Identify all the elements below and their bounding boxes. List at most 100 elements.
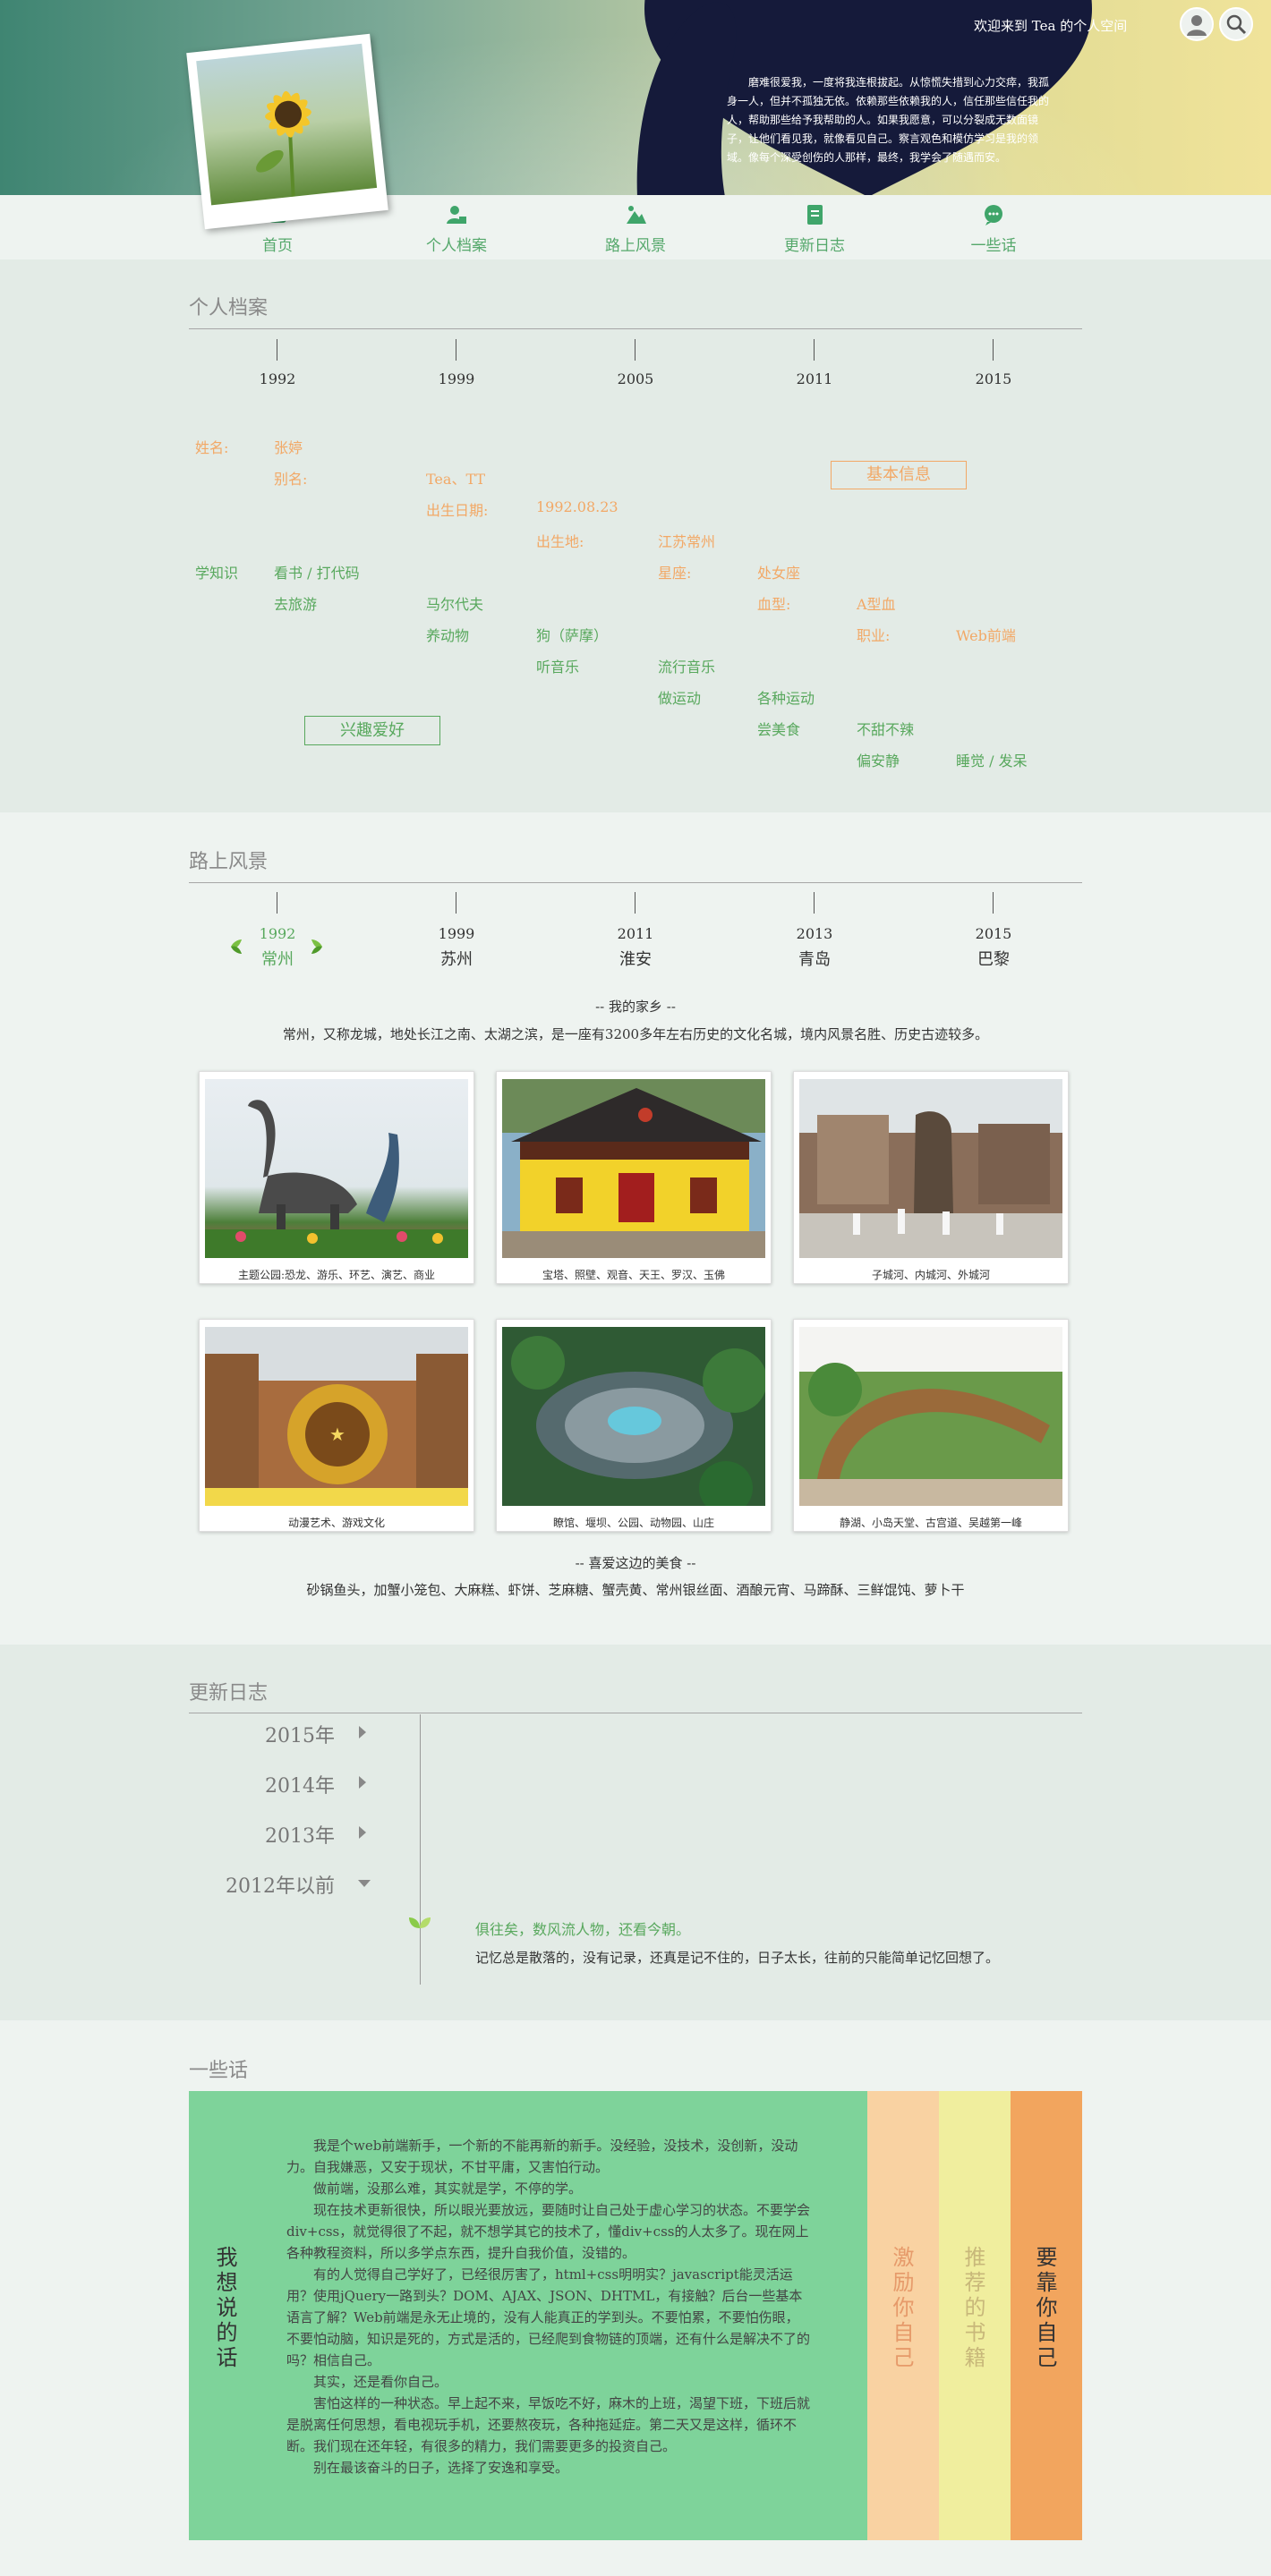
words-paragraph: 其实，还是看你自己。 [313, 2374, 448, 2390]
profile-year: 2015 [975, 370, 1012, 387]
photo-card[interactable]: 宝塔、照壁、观音、天王、罗汉、玉佛 [496, 1071, 772, 1284]
nav-profile[interactable]: 个人档案 [376, 195, 537, 259]
photo-caption: 动漫艺术、游戏文化 [287, 1517, 385, 1529]
log-year-2014[interactable]: 2014年 [138, 1770, 335, 1798]
chevron-right-icon[interactable] [359, 1826, 366, 1839]
hometown-desc: 常州，又称龙城，地处长江之南、太湖之滨，是一座有3200多年左右历史的文化名城，… [282, 1026, 989, 1042]
timeline-tick [993, 339, 994, 361]
job-value: Web前端 [956, 627, 1016, 644]
scenery-title: 路上风景 [189, 851, 269, 873]
words-tab-self-label: 要靠你自己 [1032, 2246, 1057, 2371]
photo-caption: 静湖、小岛天堂、古宫道、吴越第一峰 [839, 1517, 1022, 1529]
profile-year: 1999 [438, 370, 475, 387]
words-paragraph: 有的人觉得自己学好了，已经很厉害了，html+css明明实？javascript… [286, 2266, 811, 2368]
words-tab-books-label: 推荐的书籍 [960, 2246, 985, 2371]
words-title: 一些话 [189, 2060, 249, 2082]
words-paragraph: 害怕这样的一种状态。早上起不来，早饭吃不好，麻木的上班，渴望下班，下班后就是脱离… [286, 2395, 811, 2454]
timeline-tick [635, 339, 636, 361]
stop-city[interactable]: 巴黎 [958, 947, 1029, 970]
log-icon [807, 205, 823, 225]
nav-log[interactable]: 更新日志 [734, 195, 895, 259]
nav-home-label: 首页 [262, 237, 293, 255]
hobby-travel: 去旅游 [274, 596, 318, 613]
alias-value: Tea、TT [426, 471, 486, 488]
star-label: 星座: [658, 565, 692, 582]
sunflower-photo [186, 33, 388, 230]
profile-title: 个人档案 [189, 297, 269, 319]
photo-card[interactable]: ★ 动漫艺术、游戏文化 [199, 1319, 474, 1532]
profile-year: 2011 [796, 370, 833, 387]
animation-park-image: ★ [205, 1327, 468, 1506]
hobby-box[interactable]: 兴趣爱好 [304, 716, 440, 745]
words-side-title: 我想说的话 [212, 2246, 237, 2371]
stop-year[interactable]: 2013 [779, 925, 850, 942]
user-icon[interactable] [1180, 7, 1214, 41]
timeline-tick [814, 339, 815, 361]
nav-scenery[interactable]: 路上风景 [555, 195, 716, 259]
search-icon[interactable] [1219, 7, 1253, 41]
nav-scenery-label: 路上风景 [605, 237, 666, 255]
birth-value: 1992.08.23 [536, 498, 618, 515]
stop-city[interactable]: 淮安 [600, 947, 671, 970]
profile-icon [447, 206, 466, 224]
lake-gate-image [799, 1327, 1062, 1506]
stop-year[interactable]: 1992 [242, 925, 313, 942]
words-paragraph: 现在技术更新很快，所以眼光要放远，要随时让自己处于虚心学习的状态。不要学会div… [286, 2202, 811, 2261]
hobby-quiet: 偏安静 [857, 752, 900, 769]
hobby-pop: 流行音乐 [658, 659, 716, 676]
blood-label: 血型: [757, 596, 791, 613]
words-body: 我是个web前端新手，一个新的不能再新的新手。没经验，没技术，没创新，没动力。自… [286, 2135, 810, 2478]
log-vertical-line [420, 1714, 421, 1985]
photo-card[interactable]: 静湖、小岛天堂、古宫道、吴越第一峰 [793, 1319, 1069, 1532]
hobby-sport: 做运动 [658, 690, 702, 707]
log-year-before-2012[interactable]: 2012年以前 [138, 1870, 335, 1899]
nav-words[interactable]: 一些话 [913, 195, 1074, 259]
food-title: -- 喜爱这边的美食 -- [575, 1555, 696, 1571]
scenery-tick [635, 892, 636, 914]
words-tab-motivate-label: 激励你自己 [889, 2246, 914, 2371]
log-entry-title: 俱往矣，数风流人物，还看今朝。 [475, 1921, 691, 1938]
stop-year[interactable]: 1999 [421, 925, 492, 942]
scenery-icon [627, 206, 646, 224]
birth-label: 出生日期: [426, 502, 489, 519]
star-value: 处女座 [757, 565, 801, 582]
name-label: 姓名: [195, 439, 229, 456]
intro-text: 磨难很爱我，一度将我连根拔起。从惊慌失措到心力交瘁，我孤身一人，但并不孤独无依。… [727, 76, 1050, 164]
nav-words-label: 一些话 [970, 237, 1017, 255]
alias-label: 别名: [274, 471, 308, 488]
place-label: 出生地: [536, 533, 584, 550]
scenery-tick [814, 892, 815, 914]
stop-city[interactable]: 苏州 [421, 947, 492, 970]
stop-city[interactable]: 常州 [242, 947, 313, 970]
log-entry-text: 记忆总是散落的，没有记录，还真是记不住的，日子太长，往前的只能简单记忆回想了。 [475, 1950, 1000, 1966]
photo-card[interactable]: 子城河、内城河、外城河 [793, 1071, 1069, 1284]
hometown-title: -- 我的家乡 -- [595, 999, 676, 1015]
nav-log-label: 更新日志 [784, 237, 845, 255]
dinosaur-park-image [205, 1079, 468, 1258]
hobby-food: 尝美食 [757, 721, 801, 738]
hobby-spicy: 不甜不辣 [857, 721, 915, 738]
chevron-right-icon[interactable] [359, 1776, 366, 1789]
svg-text:★: ★ [329, 1424, 345, 1445]
photo-card[interactable]: 瞭馆、堰坝、公园、动物园、山庄 [496, 1319, 772, 1532]
photo-caption: 瞭馆、堰坝、公园、动物园、山庄 [552, 1517, 714, 1529]
stop-city[interactable]: 青岛 [779, 947, 850, 970]
food-desc: 砂锅鱼头，加蟹小笼包、大麻糕、虾饼、芝麻糖、蟹壳黄、常州银丝面、酒酿元宵、马蹄酥… [306, 1582, 965, 1598]
main-nav: 首页 个人档案 路上风景 更新日志 一些话 [0, 195, 1271, 259]
chevron-down-icon[interactable] [358, 1880, 371, 1887]
scenery-divider [189, 882, 1082, 883]
aerial-garden-image [502, 1327, 765, 1506]
temple-image [502, 1079, 765, 1258]
log-year-2013[interactable]: 2013年 [138, 1820, 335, 1849]
hobby-sleep: 睡觉 / 发呆 [956, 752, 1028, 769]
basic-info-box[interactable]: 基本信息 [831, 461, 967, 489]
hobby-read: 看书 / 打代码 [274, 565, 360, 582]
stop-year[interactable]: 2015 [958, 925, 1029, 942]
stop-year[interactable]: 2011 [600, 925, 671, 942]
profile-divider [189, 328, 1082, 329]
log-year-2015[interactable]: 2015年 [138, 1720, 335, 1748]
chevron-right-icon[interactable] [359, 1726, 366, 1739]
photo-caption: 主题公园:恐龙、游乐、环艺、演艺、商业 [237, 1269, 436, 1281]
photo-card[interactable]: 主题公园:恐龙、游乐、环艺、演艺、商业 [199, 1071, 474, 1284]
words-paragraph: 别在最该奋斗的日子，选择了安逸和享受。 [313, 2460, 569, 2476]
